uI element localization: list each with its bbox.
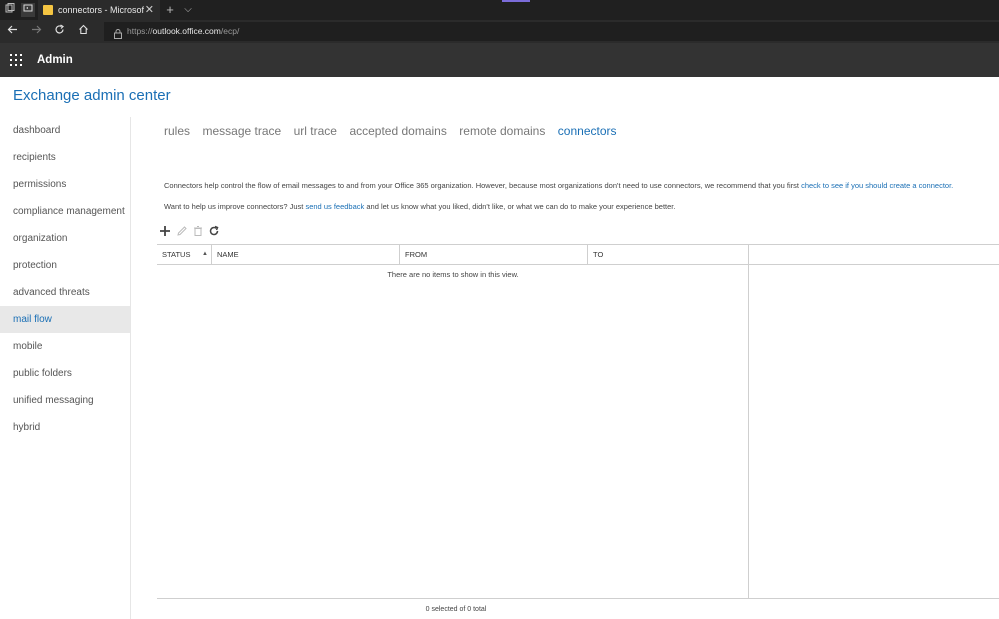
feedback-info-text: Want to help us improve connectors? Just… <box>164 202 675 211</box>
connectors-info-text: Connectors help control the flow of emai… <box>164 181 953 190</box>
edit-icon[interactable] <box>176 224 190 238</box>
column-status-label: STATUS <box>162 250 191 259</box>
app-launcher-icon[interactable] <box>10 54 22 66</box>
empty-grid-message: There are no items to show in this view. <box>387 270 519 279</box>
lock-icon <box>114 26 122 39</box>
browser-tab-strip: connectors - Microsoft I ✕ + ⌵ <box>0 0 999 20</box>
nav-item-mobile[interactable]: mobile <box>0 333 130 360</box>
nav-item-permissions[interactable]: permissions <box>0 171 130 198</box>
admin-title[interactable]: Admin <box>37 43 73 77</box>
check-connector-link[interactable]: check to see if you should create a conn… <box>801 181 953 190</box>
left-nav: dashboard recipients permissions complia… <box>0 117 131 619</box>
column-status[interactable]: STATUS ▲ <box>157 245 212 264</box>
url-input[interactable]: https://outlook.office.com/ecp/ <box>104 22 999 41</box>
nav-item-recipients[interactable]: recipients <box>0 144 130 171</box>
info-line1-text: Connectors help control the flow of emai… <box>164 181 802 190</box>
nav-item-organization[interactable]: organization <box>0 225 130 252</box>
delete-icon[interactable] <box>192 224 206 238</box>
refresh-browser-icon[interactable] <box>52 24 67 39</box>
tab-title: connectors - Microsoft I <box>58 5 144 15</box>
tab-connectors[interactable]: connectors <box>558 124 617 138</box>
nav-item-public-folders[interactable]: public folders <box>0 360 130 387</box>
grid-bottom-divider <box>157 598 999 599</box>
tab-actions-icon[interactable] <box>3 3 17 17</box>
info-line2-after: and let us know what you liked, didn't l… <box>364 202 676 211</box>
column-from[interactable]: FROM <box>400 245 588 264</box>
tab-rules[interactable]: rules <box>164 124 190 138</box>
add-icon[interactable] <box>159 224 173 238</box>
nav-item-protection[interactable]: protection <box>0 252 130 279</box>
nav-item-hybrid[interactable]: hybrid <box>0 414 130 441</box>
tab-accepted-domains[interactable]: accepted domains <box>349 124 446 138</box>
browser-tab-active[interactable]: connectors - Microsoft I ✕ <box>38 0 160 20</box>
url-text: https://outlook.office.com/ecp/ <box>127 26 240 36</box>
refresh-icon[interactable] <box>208 224 222 238</box>
outlook-favicon-icon <box>43 5 53 15</box>
window-accent <box>502 0 530 2</box>
nav-item-mail-flow[interactable]: mail flow <box>0 306 130 333</box>
tab-message-trace[interactable]: message trace <box>202 124 281 138</box>
mail-flow-tabs: rules message trace url trace accepted d… <box>164 122 625 140</box>
new-tab-icon[interactable]: + <box>163 3 177 17</box>
home-icon[interactable] <box>76 24 91 39</box>
selection-count: 0 selected of 0 total <box>425 606 487 613</box>
tab-remote-domains[interactable]: remote domains <box>459 124 545 138</box>
nav-item-unified-messaging[interactable]: unified messaging <box>0 387 130 414</box>
nav-item-advanced-threats[interactable]: advanced threats <box>0 279 130 306</box>
browser-address-bar: https://outlook.office.com/ecp/ <box>0 20 999 43</box>
forward-icon[interactable] <box>29 24 44 39</box>
tab-dropdown-icon[interactable]: ⌵ <box>181 3 195 17</box>
nav-item-dashboard[interactable]: dashboard <box>0 117 130 144</box>
connectors-grid: STATUS ▲ NAME FROM TO There are no items… <box>157 244 999 599</box>
details-pane <box>749 244 999 599</box>
column-to[interactable]: TO <box>588 245 749 264</box>
tab-close-icon[interactable]: ✕ <box>145 0 154 20</box>
admin-header: Admin <box>0 43 999 77</box>
page-title: Exchange admin center <box>13 87 171 104</box>
info-line2-before: Want to help us improve connectors? Just <box>164 202 306 211</box>
nav-item-compliance-management[interactable]: compliance management <box>0 198 130 225</box>
tab-url-trace[interactable]: url trace <box>294 124 337 138</box>
back-icon[interactable] <box>5 24 20 39</box>
sort-ascending-icon: ▲ <box>202 251 208 257</box>
tab-preview-icon[interactable] <box>21 3 35 17</box>
send-feedback-link[interactable]: send us feedback <box>305 202 364 211</box>
column-name[interactable]: NAME <box>212 245 400 264</box>
